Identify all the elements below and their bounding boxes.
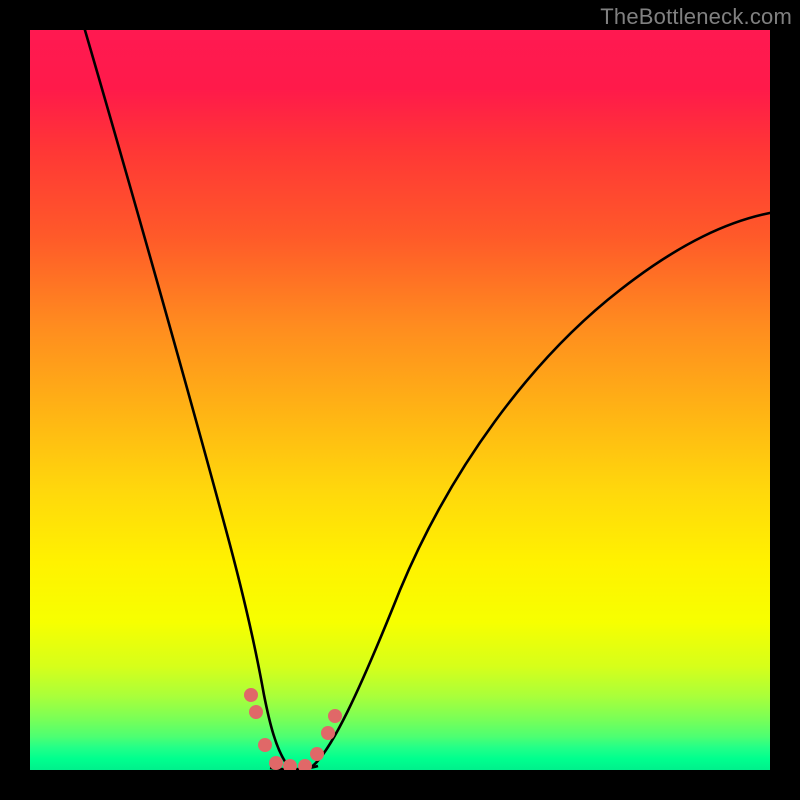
marker-dot bbox=[298, 759, 312, 770]
marker-dot bbox=[321, 726, 335, 740]
marker-dot bbox=[328, 709, 342, 723]
chart-frame: TheBottleneck.com bbox=[0, 0, 800, 800]
marker-dot bbox=[258, 738, 272, 752]
marker-dot bbox=[269, 756, 283, 770]
chart-curve-right bbox=[310, 212, 770, 768]
marker-dot bbox=[244, 688, 258, 702]
chart-curve-left bbox=[82, 30, 292, 768]
chart-plot-area bbox=[30, 30, 770, 770]
watermark-text: TheBottleneck.com bbox=[600, 4, 792, 30]
marker-dot bbox=[249, 705, 263, 719]
marker-dot bbox=[310, 747, 324, 761]
marker-group bbox=[244, 688, 342, 770]
chart-svg bbox=[30, 30, 770, 770]
